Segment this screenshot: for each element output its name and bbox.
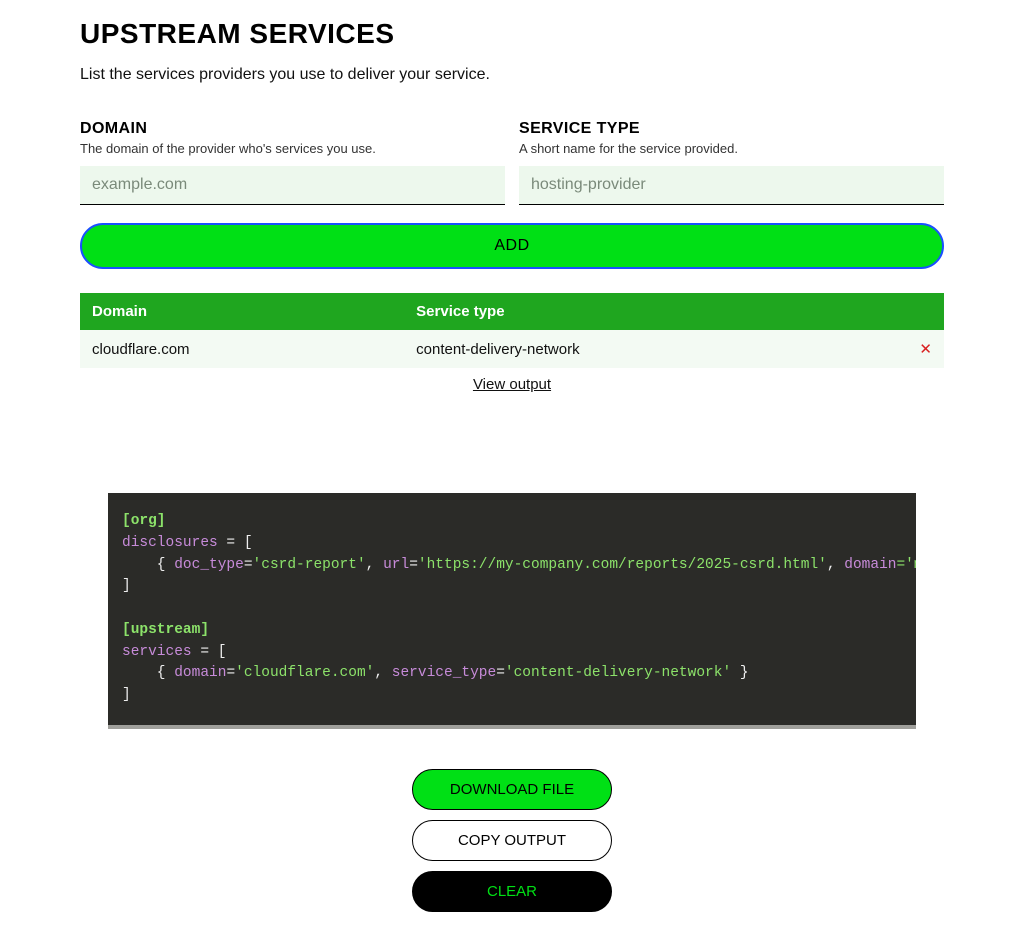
th-service-type: Service type <box>404 293 904 330</box>
domain-label: DOMAIN <box>80 120 505 138</box>
domain-field-group: DOMAIN The domain of the provider who's … <box>80 120 505 205</box>
th-domain: Domain <box>80 293 404 330</box>
services-table: Domain Service type cloudflare.com conte… <box>80 293 944 368</box>
code-section-upstream: [upstream] <box>122 622 209 638</box>
delete-row-icon[interactable]: ✕ <box>919 341 932 358</box>
cell-service-type: content-delivery-network <box>404 330 904 368</box>
table-row: cloudflare.com content-delivery-network … <box>80 330 944 368</box>
output-code-block: [org] disclosures = [ { doc_type='csrd-r… <box>108 493 916 729</box>
service-type-label: SERVICE TYPE <box>519 120 944 138</box>
code-section-org: [org] <box>122 513 166 529</box>
section-title: UPSTREAM SERVICES <box>80 18 944 50</box>
service-type-input[interactable] <box>519 166 944 205</box>
service-type-hint: A short name for the service provided. <box>519 141 944 156</box>
add-button[interactable]: ADD <box>80 223 944 269</box>
copy-output-button[interactable]: COPY OUTPUT <box>412 820 612 861</box>
domain-hint: The domain of the provider who's service… <box>80 141 505 156</box>
service-type-field-group: SERVICE TYPE A short name for the servic… <box>519 120 944 205</box>
code-key: disclosures <box>122 535 218 551</box>
domain-input[interactable] <box>80 166 505 205</box>
view-output-link[interactable]: View output <box>80 376 944 393</box>
clear-button[interactable]: CLEAR <box>412 871 612 912</box>
download-file-button[interactable]: DOWNLOAD FILE <box>412 769 612 810</box>
cell-domain: cloudflare.com <box>80 330 404 368</box>
section-subtitle: List the services providers you use to d… <box>80 66 944 84</box>
th-actions <box>904 293 944 330</box>
